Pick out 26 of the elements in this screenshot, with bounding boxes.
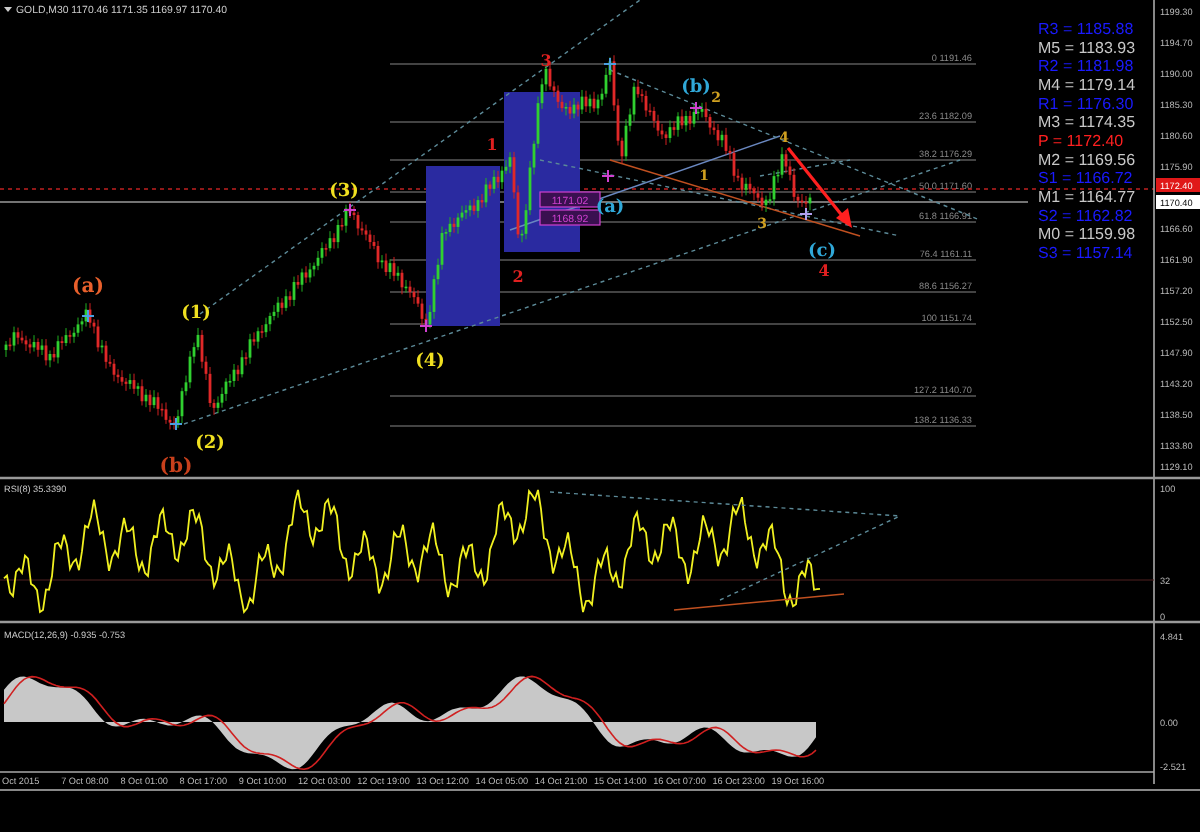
pivot-level-label: M1 = 1164.77: [1038, 187, 1136, 206]
wave-label: 4: [818, 260, 830, 280]
wave-label: (a): [72, 276, 104, 298]
wave-label: (1): [181, 304, 211, 324]
wave-label: (4): [415, 352, 445, 372]
wave-label: 3: [540, 50, 552, 70]
wave-label: 2: [512, 266, 524, 286]
wave-label: (b): [681, 78, 711, 98]
pivot-level-label: S1 = 1166.72: [1038, 169, 1133, 188]
pivot-level-label: R3 = 1185.88: [1038, 20, 1134, 38]
pivot-level-label: M3 = 1174.35: [1038, 113, 1136, 132]
pivot-level-label: M5 = 1183.93: [1038, 38, 1136, 57]
wave-label: (a): [595, 198, 625, 218]
wave-label: 1: [486, 134, 498, 154]
wave-label: (2): [195, 434, 225, 454]
wave-label: (b): [159, 456, 193, 478]
pivot-level-label: P = 1172.40: [1038, 131, 1124, 150]
wave-label: (3): [329, 182, 359, 202]
pivot-level-label: M4 = 1179.14: [1038, 76, 1136, 94]
pivot-level-label: M2 = 1169.56: [1038, 150, 1136, 169]
pivot-level-label: S3 = 1157.14: [1038, 243, 1133, 262]
pivot-level-label: R2 = 1181.98: [1038, 57, 1134, 76]
pivot-level-label: R1 = 1176.30: [1038, 94, 1134, 113]
pivot-level-label: S2 = 1162.82: [1038, 206, 1133, 225]
pivot-level-label: M0 = 1159.98: [1038, 225, 1136, 244]
wave-label: (c): [808, 242, 836, 262]
